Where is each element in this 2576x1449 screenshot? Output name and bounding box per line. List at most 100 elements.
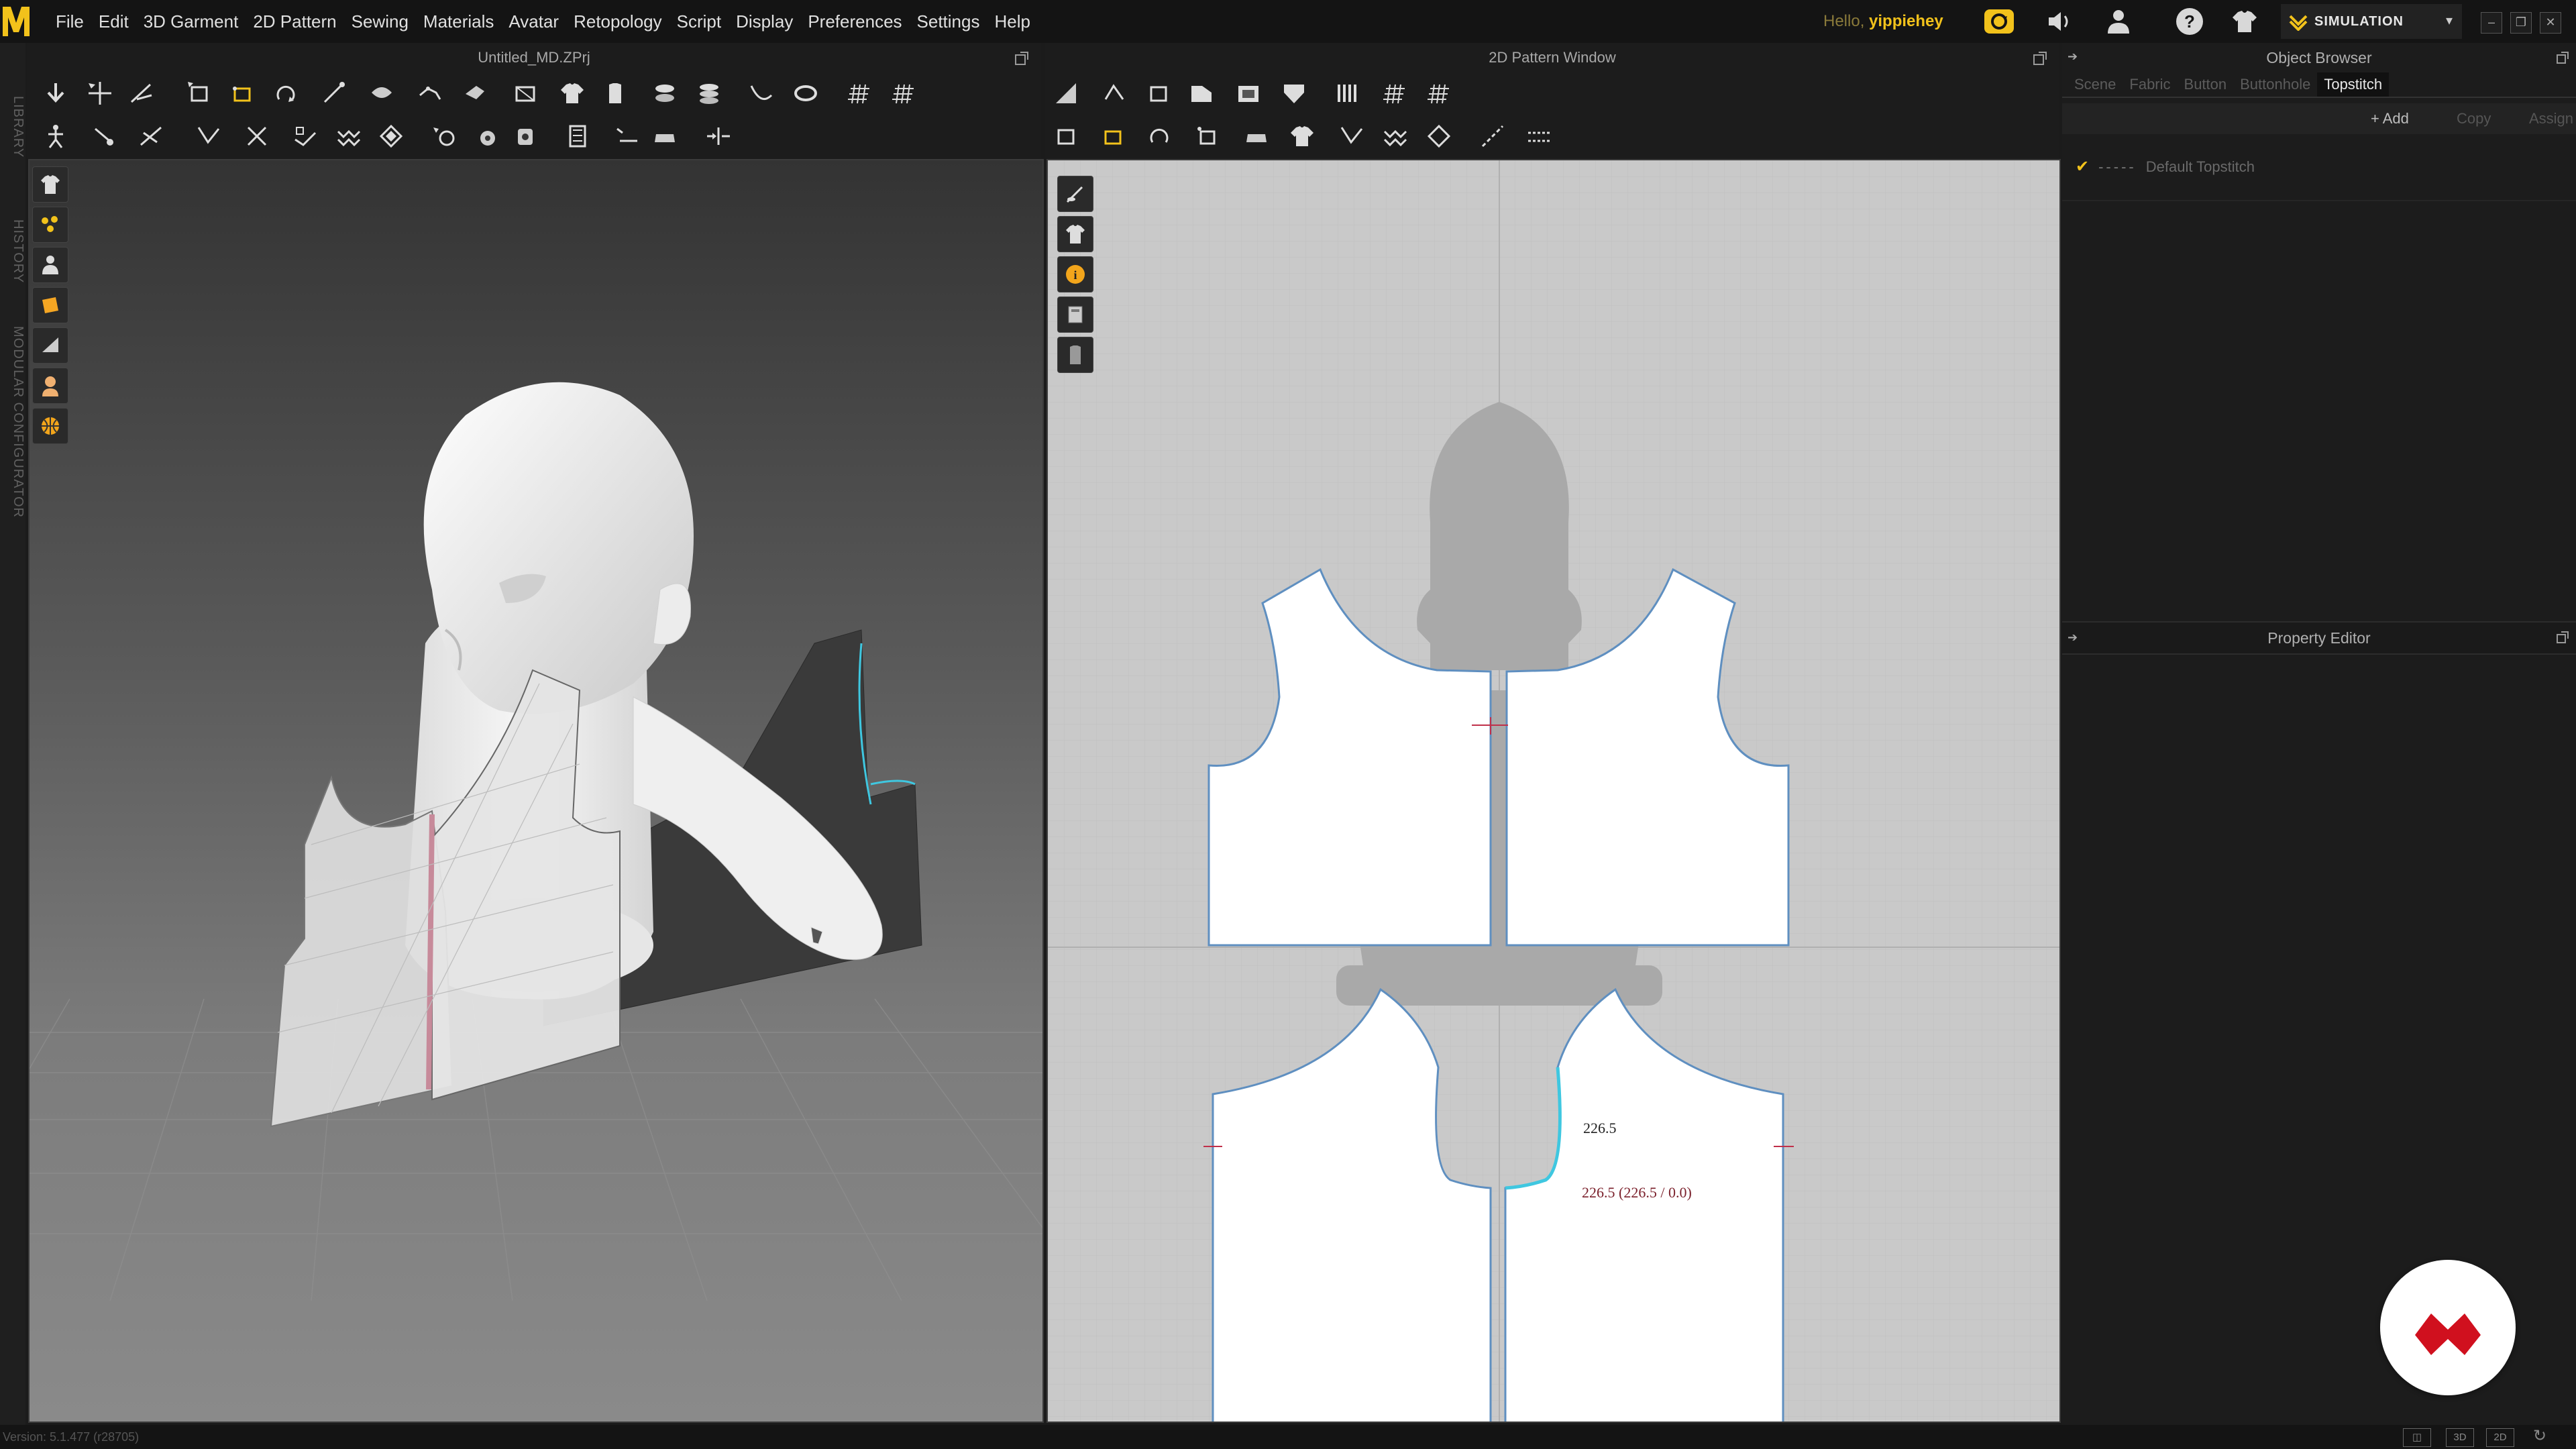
- shading-icon[interactable]: [32, 327, 68, 364]
- free-sewing-icon[interactable]: [195, 122, 223, 150]
- avatar-display-icon[interactable]: [32, 247, 68, 283]
- rectangle-icon[interactable]: [1234, 79, 1263, 107]
- checker-icon[interactable]: [377, 122, 405, 150]
- select-piece-icon[interactable]: [1052, 79, 1080, 107]
- mode-selector[interactable]: SIMULATION ▾: [2281, 4, 2462, 39]
- tab-library[interactable]: LIBRARY: [0, 70, 25, 184]
- buttonhole-icon[interactable]: [695, 79, 723, 107]
- pin-icon[interactable]: [429, 122, 458, 150]
- undock-icon[interactable]: [1014, 51, 1029, 66]
- checker-2d-icon[interactable]: [1425, 122, 1453, 150]
- undock-icon[interactable]: [2556, 51, 2569, 64]
- edit-curve-icon[interactable]: [228, 79, 256, 107]
- view-split-button[interactable]: ◫: [2403, 1428, 2431, 1447]
- polygon-icon[interactable]: [1187, 79, 1216, 107]
- scene-3d[interactable]: [30, 160, 1042, 1421]
- segment-sewing-icon[interactable]: [137, 122, 165, 150]
- move-gizmo-icon[interactable]: [86, 79, 114, 107]
- maximize-button[interactable]: ❐: [2510, 12, 2532, 34]
- refresh-icon[interactable]: ↻: [2533, 1426, 2546, 1446]
- mesh-2d-icon[interactable]: [1425, 79, 1453, 107]
- arrangement-point-icon[interactable]: [474, 122, 502, 150]
- user-name[interactable]: yippiehey: [1869, 12, 1943, 30]
- grid-icon[interactable]: [845, 79, 873, 107]
- dart-icon[interactable]: [1334, 79, 1362, 107]
- knit-pattern-icon[interactable]: [334, 122, 362, 150]
- garment-front-icon[interactable]: [558, 79, 586, 107]
- menu-materials[interactable]: Materials: [416, 0, 501, 43]
- tab-topstitch[interactable]: Topstitch: [2317, 72, 2390, 97]
- button-icon[interactable]: [651, 79, 679, 107]
- line-tool-icon[interactable]: [613, 122, 641, 150]
- environment-icon[interactable]: [32, 408, 68, 444]
- pin-line-icon[interactable]: [319, 79, 347, 107]
- show-garment-icon[interactable]: [1057, 216, 1093, 252]
- minimize-button[interactable]: –: [2481, 12, 2502, 34]
- move-down-icon[interactable]: [42, 79, 70, 107]
- menu-script[interactable]: Script: [669, 0, 729, 43]
- tack-icon[interactable]: [747, 79, 775, 107]
- offset-icon[interactable]: [1242, 122, 1271, 150]
- speaker-icon[interactable]: [2043, 5, 2076, 38]
- zipper-icon[interactable]: [792, 79, 820, 107]
- menu-file[interactable]: File: [48, 0, 91, 43]
- undock-icon[interactable]: [2556, 631, 2569, 644]
- transform-pattern-icon[interactable]: [185, 79, 213, 107]
- transform-2d-icon[interactable]: [1144, 79, 1173, 107]
- garment-icon[interactable]: [2229, 5, 2261, 38]
- topstitch-list-item[interactable]: ✔ ----- Default Topstitch: [2076, 157, 2255, 176]
- flat-tool-icon[interactable]: [651, 122, 679, 150]
- avatar-head[interactable]: [423, 382, 694, 714]
- menu-help[interactable]: Help: [987, 0, 1037, 43]
- pattern-canvas[interactable]: 226.5 226.5 (226.5 / 0.0): [1048, 160, 2059, 1421]
- select-points-icon[interactable]: [416, 79, 444, 107]
- avatar-pose-icon[interactable]: [42, 122, 70, 150]
- tab-buttonhole[interactable]: Buttonhole: [2233, 72, 2317, 97]
- undock-icon[interactable]: [2033, 51, 2047, 66]
- layers-icon[interactable]: [1057, 297, 1093, 333]
- assign-button[interactable]: Assign: [2529, 103, 2573, 134]
- add-point-icon[interactable]: [1193, 122, 1221, 150]
- menu-2d-pattern[interactable]: 2D Pattern: [246, 0, 343, 43]
- tape-icon[interactable]: [511, 79, 539, 107]
- garment-display-icon[interactable]: [32, 166, 68, 203]
- knit-2d-icon[interactable]: [1381, 122, 1409, 150]
- mesh-grid-icon[interactable]: [890, 79, 918, 107]
- copy-button[interactable]: Copy: [2457, 103, 2491, 134]
- menu-sewing[interactable]: Sewing: [344, 0, 416, 43]
- brush-icon[interactable]: [462, 79, 490, 107]
- ruler-2d-icon[interactable]: [1525, 122, 1554, 150]
- internal-shape-icon[interactable]: [1280, 79, 1308, 107]
- viewport-2d[interactable]: 226.5 226.5 (226.5 / 0.0): [1046, 159, 2061, 1423]
- fold-icon[interactable]: [368, 79, 396, 107]
- select-mesh-icon[interactable]: [127, 79, 156, 107]
- menu-display[interactable]: Display: [729, 0, 800, 43]
- tab-modular-configurator[interactable]: MODULAR CONFIGURATOR: [0, 311, 25, 533]
- show-pattern-icon[interactable]: [1057, 176, 1093, 212]
- cloud-sync-icon[interactable]: [1983, 5, 2015, 38]
- view-3d-button[interactable]: 3D: [2446, 1428, 2474, 1447]
- help-icon[interactable]: ?: [2174, 5, 2206, 38]
- edit-sewing-icon[interactable]: [243, 122, 271, 150]
- rotate-2d-icon[interactable]: [1146, 122, 1174, 150]
- tab-button[interactable]: Button: [2178, 72, 2234, 97]
- edit-pattern-icon[interactable]: [1052, 122, 1080, 150]
- texture-display-icon[interactable]: [32, 287, 68, 323]
- avatar-skin-icon[interactable]: [32, 368, 68, 404]
- view-2d-button[interactable]: 2D: [2486, 1428, 2514, 1447]
- avatar-silhouette-icon[interactable]: [1057, 337, 1093, 373]
- garment-2d-icon[interactable]: [1288, 122, 1316, 150]
- edit-point-icon[interactable]: [1100, 79, 1128, 107]
- segment-sewing-2d-icon[interactable]: [1338, 122, 1366, 150]
- measure-icon[interactable]: [90, 122, 118, 150]
- strengthen-icon[interactable]: [704, 122, 733, 150]
- tab-scene[interactable]: Scene: [2068, 72, 2123, 97]
- tab-fabric[interactable]: Fabric: [2123, 72, 2177, 97]
- tab-history[interactable]: HISTORY: [0, 201, 25, 302]
- trim-icon[interactable]: [511, 122, 539, 150]
- fold-arrangement-icon[interactable]: [291, 122, 319, 150]
- menu-retopology[interactable]: Retopology: [566, 0, 669, 43]
- info-icon[interactable]: i: [1057, 256, 1093, 292]
- close-button[interactable]: ✕: [2540, 12, 2561, 34]
- menu-settings[interactable]: Settings: [910, 0, 987, 43]
